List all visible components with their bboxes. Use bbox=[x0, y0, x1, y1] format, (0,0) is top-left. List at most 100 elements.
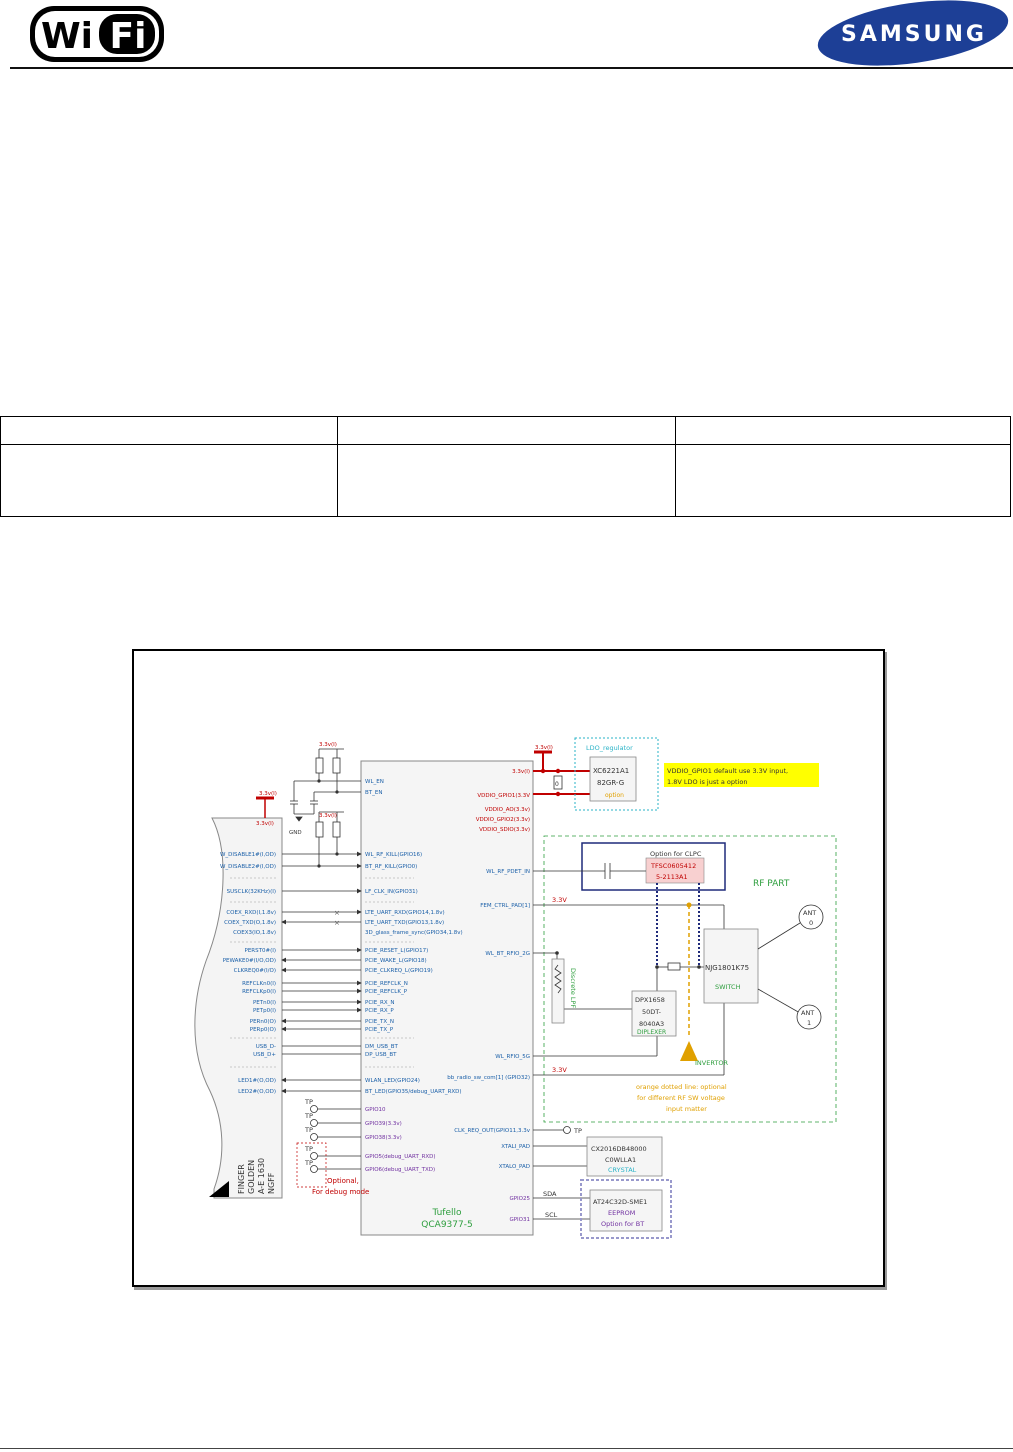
pin-label: GPIO25 bbox=[509, 1196, 530, 1202]
pin-label: 3.3v(I) bbox=[512, 769, 530, 775]
pin-label: GPIO39(3.3v) bbox=[365, 1121, 402, 1127]
table-cell bbox=[675, 444, 1011, 517]
pin-label: PCIE_RESET_L(GPIO17) bbox=[365, 948, 428, 954]
table-row bbox=[0, 416, 1011, 445]
pin-label: REFCLKn0(I) bbox=[242, 981, 276, 987]
tp-label: TP bbox=[304, 1145, 313, 1153]
diplexer-part: 8040A3 bbox=[639, 1020, 664, 1028]
series-resistor bbox=[667, 962, 681, 971]
chip-name: Tufello bbox=[431, 1208, 462, 1218]
pin-label: COEX_TXD(O,1.8v) bbox=[224, 920, 276, 926]
pin-label: WLAN_LED(GPIO24) bbox=[365, 1078, 420, 1084]
pin-label: CLKREQ0#(I/O) bbox=[234, 968, 276, 974]
pin-label: WL_BT_RFIO_2G bbox=[485, 951, 530, 957]
pin-label: COEX_RXD(I,1.8v) bbox=[226, 910, 276, 916]
table-cell bbox=[0, 444, 338, 517]
pin-label: WL_RF_KILL(GPIO16) bbox=[365, 852, 422, 858]
footer-rule bbox=[0, 1448, 1013, 1449]
i2c-label: SDA bbox=[543, 1190, 557, 1198]
ldo-option-label: option bbox=[605, 792, 624, 799]
pin-label: DP_USB_BT bbox=[365, 1052, 397, 1058]
ldo-title: LDO_regulator bbox=[586, 744, 633, 752]
svg-text:Wi: Wi bbox=[41, 16, 93, 57]
pin-label: WL_EN bbox=[365, 779, 384, 785]
pin-label: W_DISABLE1#(I,OD) bbox=[220, 852, 276, 858]
pin-label: XTALI_PAD bbox=[501, 1144, 530, 1150]
ground-label: GND bbox=[289, 830, 302, 836]
finger-label-4: FINGER bbox=[237, 1164, 246, 1194]
pin-label: PCIE_TX_N bbox=[365, 1019, 394, 1025]
tp-label: TP bbox=[304, 1098, 313, 1106]
antenna-label: 1 bbox=[807, 1019, 811, 1027]
pin-label: USB_D+ bbox=[253, 1052, 276, 1058]
pin-label: SUSCLK(32KHz)(I) bbox=[227, 889, 276, 895]
ldo-part: XC6221A1 bbox=[593, 767, 629, 775]
finger-label-3: GOLDEN bbox=[247, 1160, 256, 1194]
table-row bbox=[0, 444, 1011, 517]
tp-label: TP bbox=[304, 1112, 313, 1120]
pin-label: LED2#(O,OD) bbox=[238, 1089, 276, 1095]
pin-label: GPIO38(3.3v) bbox=[365, 1135, 402, 1141]
pin-label: PERn0(O) bbox=[250, 1019, 276, 1025]
spec-table bbox=[0, 416, 1011, 517]
antenna-label: 0 bbox=[809, 919, 813, 927]
crystal-wiring bbox=[533, 1145, 587, 1167]
vddio-rail bbox=[533, 752, 592, 795]
pin-label: W_DISABLE2#(I,OD) bbox=[220, 864, 276, 870]
pin-label: LTE_UART_RXD(GPIO14,1.8v) bbox=[365, 910, 445, 916]
pin-label: PCIE_TX_P bbox=[365, 1027, 394, 1033]
samsung-logo: SAMSUNG bbox=[817, 0, 1009, 66]
no-connect-mark: × bbox=[334, 919, 340, 927]
table-cell bbox=[675, 416, 1011, 445]
pin-label: COEX3(IO,1.8v) bbox=[233, 930, 276, 936]
switch-part: NJG1801K75 bbox=[705, 964, 749, 972]
antenna-label: ANT bbox=[801, 1009, 814, 1017]
eeprom-option: Option for BT bbox=[601, 1220, 644, 1228]
pin-label: WL_RFIO_5G bbox=[495, 1054, 530, 1060]
table-cell bbox=[0, 416, 338, 445]
discrete-lpf bbox=[551, 958, 565, 1024]
pin-label: CLK_REQ_OUT(GPIO11,3.3v bbox=[454, 1128, 531, 1134]
clpc-dotted-lines bbox=[656, 883, 700, 967]
orange-note: for different RF SW voltage bbox=[637, 1094, 725, 1102]
pin-label: PERST0#(I) bbox=[245, 948, 277, 954]
clpc-title: Option for CLPC bbox=[650, 850, 702, 858]
pdet-line bbox=[533, 863, 646, 879]
diplexer-part: 50DT- bbox=[642, 1008, 662, 1016]
pin-label: VDDIO_GPIO1(3.3V bbox=[477, 793, 530, 799]
svg-text:SAMSUNG: SAMSUNG bbox=[841, 22, 987, 47]
clpc-part: 5-2113A1 bbox=[656, 873, 688, 881]
antenna-feeds bbox=[757, 922, 801, 1014]
diplexer-label: DIPLEXER bbox=[637, 1029, 666, 1036]
pin-label: 3D_glass_frame_sync(GPIO34,1.8v) bbox=[365, 930, 463, 936]
pin-label: USB_D- bbox=[256, 1044, 276, 1050]
pin-label: PEWAKE0#(I/O,OD) bbox=[223, 958, 276, 964]
clpc-part: TFSC0605412 bbox=[650, 862, 696, 870]
invertor-label: INVERTOR bbox=[695, 1059, 728, 1067]
pin-label: PCIE_WAKE_L(GPIO18) bbox=[365, 958, 427, 964]
i2c-label: SCL bbox=[545, 1211, 558, 1219]
resistor-value: 0 bbox=[555, 781, 559, 788]
rail-label: 3.3v(I) bbox=[256, 821, 274, 827]
pin-label: GPIO31 bbox=[509, 1217, 530, 1223]
eeprom-label: EEPROM bbox=[608, 1209, 635, 1217]
table-cell bbox=[337, 444, 676, 517]
test-points bbox=[310, 1105, 361, 1173]
pin-label: WL_RF_PDET_IN bbox=[486, 869, 530, 875]
no-connect-mark: × bbox=[334, 909, 340, 917]
tp-label: TP bbox=[304, 1126, 313, 1134]
diplexer-part: DPX1658 bbox=[635, 996, 665, 1004]
rail-label: 3.3v(I) bbox=[535, 745, 553, 751]
pin-label: BT_LED(GPIO35/debug_UART_RXD) bbox=[365, 1089, 462, 1095]
pin-label: REFCLKp0(I) bbox=[242, 989, 276, 995]
signal-lines bbox=[281, 851, 362, 1094]
pin-label: PETp0(I) bbox=[253, 1008, 276, 1014]
schematic-figure: NGFF A-E 1630 GOLDEN FINGER Tufello QCA9… bbox=[132, 649, 885, 1287]
pin-label: BT_RF_KILL(GPIO0) bbox=[365, 864, 417, 870]
pin-label: PCIE_REFCLK_P bbox=[365, 989, 408, 995]
crystal-part: C0WLLA1 bbox=[605, 1156, 636, 1164]
tp-label: TP bbox=[304, 1159, 313, 1167]
rf-part-label: RF PART bbox=[753, 879, 790, 889]
pin-label: GPIO5(debug_UART_RXD) bbox=[365, 1154, 436, 1160]
rail-label: 3.3V bbox=[552, 896, 567, 904]
